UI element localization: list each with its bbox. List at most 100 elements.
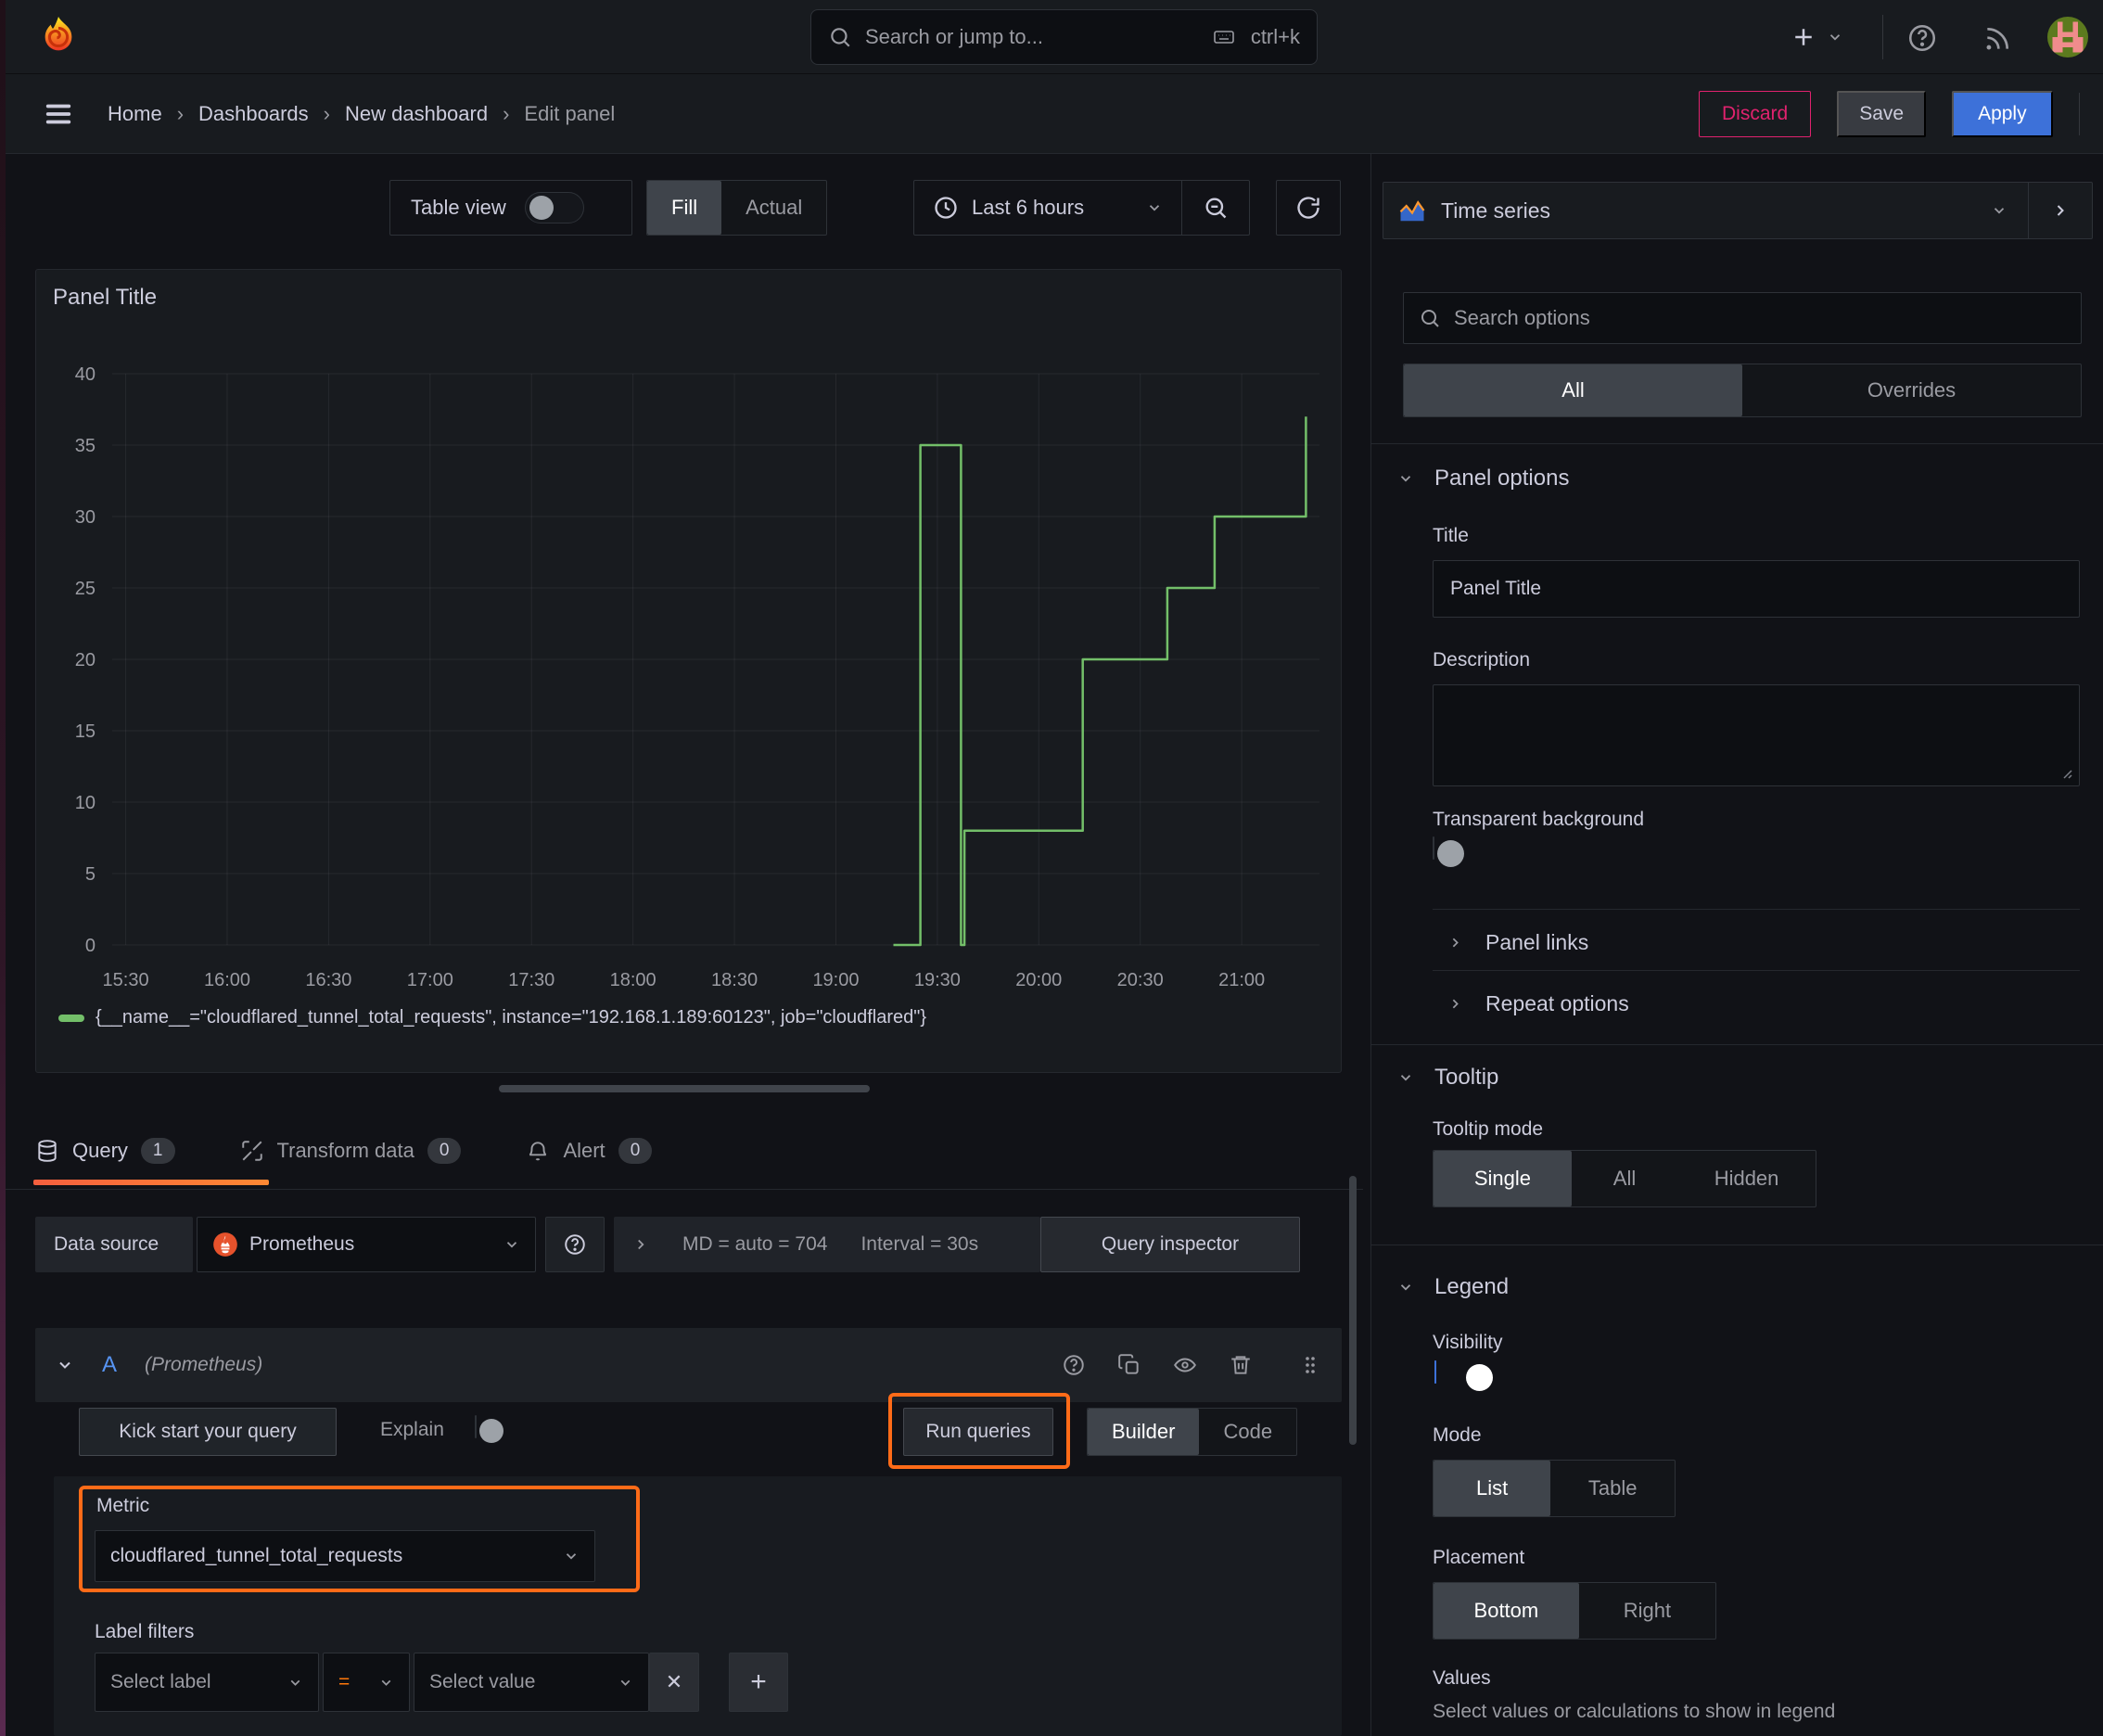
pane-resize-handle[interactable]	[499, 1085, 870, 1092]
query-ref-id[interactable]: A	[102, 1352, 117, 1378]
transparent-background-toggle[interactable]	[1433, 836, 1464, 867]
time-range-picker[interactable]: Last 6 hours	[914, 195, 1181, 221]
tooltip-mode-all[interactable]: All	[1572, 1151, 1677, 1206]
resize-handle-icon[interactable]	[2058, 765, 2073, 780]
query-datasource-hint: (Prometheus)	[145, 1354, 263, 1375]
chevron-right-icon[interactable]	[632, 1236, 649, 1253]
top-nav: Search or jump to... ctrl+k	[0, 0, 2103, 74]
viz-picker[interactable]: Time series	[1383, 182, 2093, 239]
svg-text:30: 30	[75, 507, 96, 528]
avatar[interactable]	[2047, 17, 2088, 57]
add-filter-button[interactable]: +	[729, 1653, 788, 1712]
description-textarea[interactable]	[1433, 684, 2080, 786]
panel-options-section-header[interactable]: Panel options	[1397, 466, 1569, 491]
builder-option[interactable]: Builder	[1088, 1409, 1200, 1455]
tooltip-section-header[interactable]: Tooltip	[1397, 1057, 1498, 1098]
breadcrumb-dashboards[interactable]: Dashboards	[198, 102, 309, 126]
search-placeholder: Search or jump to...	[865, 25, 1043, 48]
drag-handle-icon[interactable]	[1299, 1353, 1321, 1377]
grafana-logo[interactable]	[37, 15, 80, 59]
breadcrumb-new-dashboard[interactable]: New dashboard	[345, 102, 488, 126]
kick-start-query-button[interactable]: Kick start your query	[79, 1408, 337, 1456]
datasource-picker[interactable]: Prometheus	[197, 1217, 536, 1272]
query-row-header[interactable]: A (Prometheus)	[35, 1328, 1342, 1402]
fill-option[interactable]: Fill	[647, 181, 722, 235]
tab-query[interactable]: Query 1	[35, 1138, 175, 1164]
placement-right[interactable]: Right	[1579, 1583, 1715, 1639]
placement-bottom[interactable]: Bottom	[1434, 1583, 1579, 1639]
add-menu-button[interactable]	[1790, 19, 1843, 56]
metric-select[interactable]: cloudflared_tunnel_total_requests	[95, 1530, 595, 1582]
chevron-down-icon	[1827, 29, 1843, 45]
legend-placement-toggle: Bottom Right	[1433, 1582, 1716, 1640]
repeat-options-section[interactable]: Repeat options	[1447, 983, 1629, 1024]
transform-icon	[240, 1139, 264, 1163]
panel-title-input[interactable]	[1433, 560, 2080, 618]
transparent-background-label: Transparent background	[1433, 809, 1645, 830]
select-label-placeholder: Select label	[110, 1671, 211, 1692]
svg-text:19:30: 19:30	[914, 970, 961, 990]
legend-mode-table[interactable]: Table	[1550, 1461, 1675, 1516]
help-button[interactable]	[1906, 22, 1938, 54]
select-value-dropdown[interactable]: Select value	[414, 1653, 649, 1712]
chevron-down-icon[interactable]	[56, 1356, 74, 1374]
svg-text:18:00: 18:00	[610, 970, 656, 990]
zoom-out-button[interactable]	[1182, 195, 1249, 221]
legend-mode-list[interactable]: List	[1434, 1461, 1551, 1516]
divider	[1433, 909, 2080, 910]
table-view-toggle[interactable]	[524, 192, 584, 223]
svg-text:35: 35	[75, 436, 96, 456]
zoom-out-icon	[1203, 195, 1229, 221]
breadcrumb-home[interactable]: Home	[108, 102, 162, 126]
legend-label[interactable]: {__name__="cloudflared_tunnel_total_requ…	[96, 1007, 926, 1028]
save-button[interactable]: Save	[1837, 91, 1927, 137]
visibility-label: Visibility	[1433, 1332, 1503, 1353]
svg-text:17:00: 17:00	[407, 970, 453, 990]
delete-query-icon[interactable]	[1229, 1353, 1253, 1377]
tab-all[interactable]: All	[1404, 364, 1742, 416]
search-options-input[interactable]: Search options	[1403, 292, 2082, 344]
tab-alert[interactable]: Alert 0	[526, 1138, 653, 1164]
collapse-options-button[interactable]	[2029, 201, 2092, 220]
news-button[interactable]	[1982, 24, 2012, 54]
label-filters-label: Label filters	[95, 1621, 195, 1642]
legend-section-header[interactable]: Legend	[1397, 1267, 1509, 1308]
actual-option[interactable]: Actual	[721, 181, 826, 235]
legend-title: Legend	[1434, 1274, 1510, 1299]
refresh-icon	[1295, 195, 1321, 221]
query-help-icon[interactable]	[1062, 1353, 1086, 1377]
chevron-down-icon	[378, 1675, 394, 1691]
query-inspector-button[interactable]: Query inspector	[1040, 1217, 1300, 1272]
explain-toggle[interactable]	[475, 1415, 503, 1443]
duplicate-query-icon[interactable]	[1117, 1353, 1141, 1377]
operator-dropdown[interactable]: =	[323, 1653, 410, 1712]
tooltip-mode-single[interactable]: Single	[1434, 1151, 1572, 1206]
chevron-down-icon	[1991, 202, 2007, 219]
svg-text:0: 0	[85, 936, 96, 956]
toggle-visibility-icon[interactable]	[1173, 1353, 1197, 1377]
code-option[interactable]: Code	[1199, 1409, 1296, 1455]
global-search-input[interactable]: Search or jump to... ctrl+k	[810, 9, 1318, 65]
run-queries-button[interactable]: Run queries	[903, 1408, 1053, 1456]
legend-item[interactable]: {__name__="cloudflared_tunnel_total_requ…	[58, 1007, 926, 1028]
apply-button[interactable]: Apply	[1952, 91, 2053, 137]
query-options-row: MD = auto = 704 Interval = 30s	[614, 1217, 1040, 1272]
legend-visibility-toggle[interactable]	[1434, 1360, 1493, 1391]
time-series-chart[interactable]: 0 5 10 15 20 25 30 35 40 15:30 16:00 16:30 17:00 17:3…	[36, 270, 1341, 1072]
alert-count-badge: 0	[618, 1138, 653, 1164]
scrollbar[interactable]	[1349, 1176, 1357, 1445]
refresh-button[interactable]	[1276, 180, 1341, 236]
breadcrumb-separator: ›	[323, 102, 330, 125]
search-shortcut: ctrl+k	[1250, 25, 1300, 48]
tab-overrides[interactable]: Overrides	[1742, 364, 2081, 416]
bell-icon	[526, 1139, 550, 1163]
remove-filter-button[interactable]: ✕	[649, 1653, 699, 1712]
select-value-placeholder: Select value	[429, 1671, 536, 1692]
panel-links-section[interactable]: Panel links	[1447, 922, 1588, 963]
datasource-help-button[interactable]	[545, 1217, 605, 1272]
mega-menu-button[interactable]	[41, 98, 76, 130]
discard-button[interactable]: Discard	[1699, 91, 1812, 137]
select-label-dropdown[interactable]: Select label	[95, 1653, 319, 1712]
tab-transform-data[interactable]: Transform data 0	[240, 1138, 462, 1164]
tooltip-mode-hidden[interactable]: Hidden	[1677, 1151, 1816, 1206]
